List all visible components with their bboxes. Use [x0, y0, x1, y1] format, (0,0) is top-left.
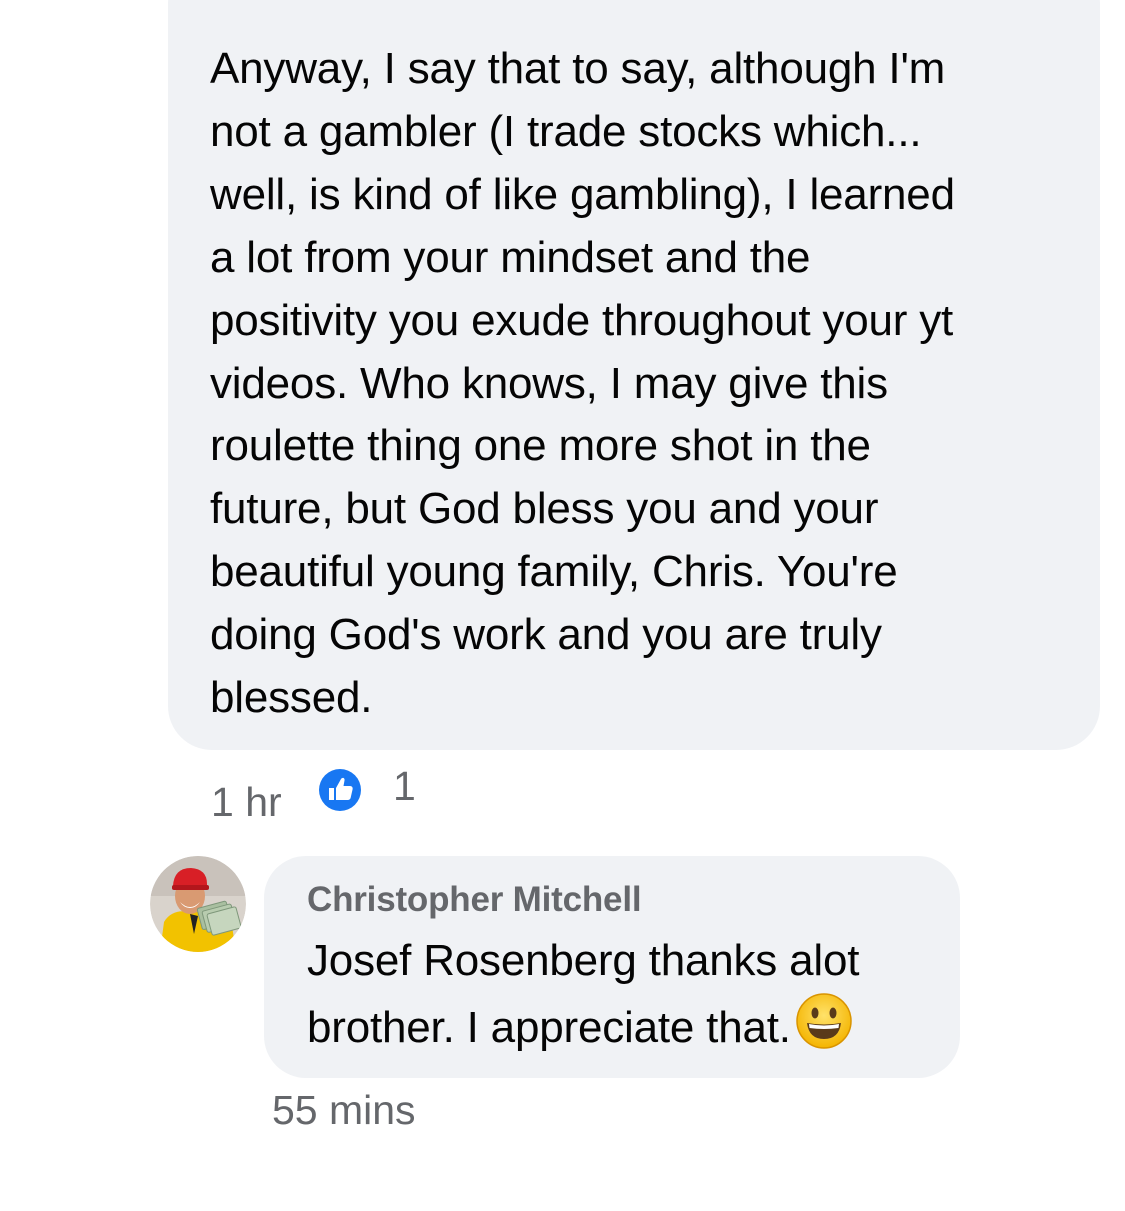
comment-line: well, is kind of like gambling), I learn… [210, 169, 955, 219]
like-count[interactable]: 1 [393, 763, 416, 810]
reply-line: brother. I appreciate that. [307, 992, 947, 1059]
comment-line: Anyway, I say that to say, although I'm [210, 44, 946, 93]
comment-line: future, but God bless you and your [210, 484, 879, 534]
like-thumbs-up-icon[interactable] [316, 766, 364, 814]
comment-timestamp[interactable]: 1 hr [211, 772, 282, 832]
comment-line: videos. Who knows, I may give this [210, 358, 888, 408]
reply-timestamp[interactable]: 55 mins [272, 1087, 416, 1134]
reply-line: Josef Rosenberg thanks alot [307, 936, 860, 985]
comment-line: a lot from your mindset and the [210, 232, 811, 282]
comment-line: not a gambler (I trade stocks which... [210, 106, 922, 156]
reply-line-text: brother. I appreciate that. [307, 1003, 791, 1052]
comment-line: doing God's work and you are truly [210, 610, 882, 660]
comment-text: Anyway, I say that to say, although I'm … [210, 38, 1070, 730]
comment-line: beautiful young family, Chris. You're [210, 547, 898, 597]
reply-text: Josef Rosenberg thanks alot brother. I a… [307, 930, 947, 1059]
comment-line: blessed. [210, 673, 373, 723]
comment-line: positivity you exude throughout your yt [210, 295, 954, 345]
grinning-face-emoji-icon [796, 993, 852, 1049]
avatar-image [150, 856, 246, 952]
comment-line: roulette thing one more shot in the [210, 421, 871, 471]
avatar[interactable] [150, 856, 246, 952]
reply-author-name[interactable]: Christopher Mitchell [307, 880, 642, 920]
